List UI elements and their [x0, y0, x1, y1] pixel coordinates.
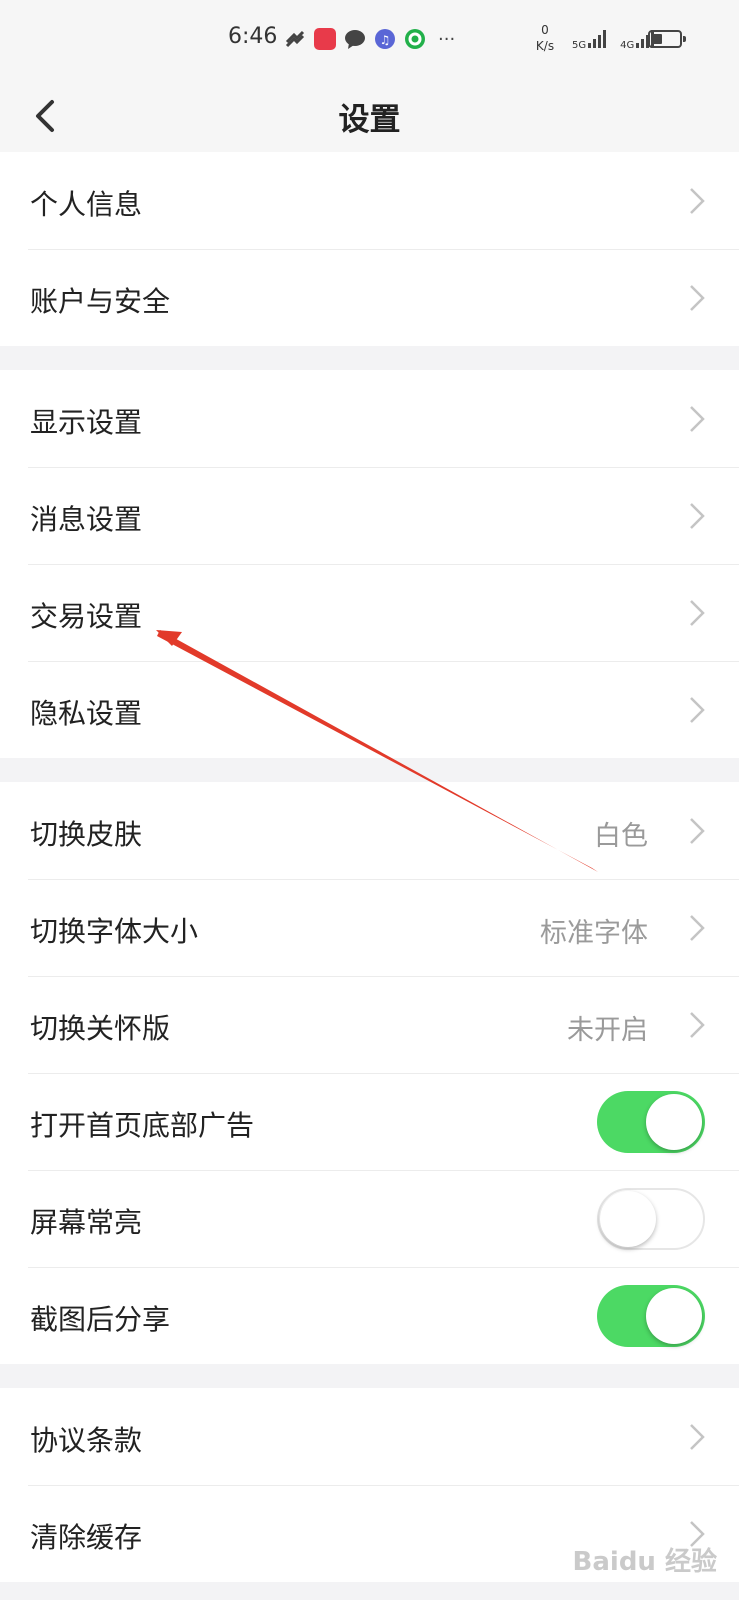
settings-item-home-ad: 打开首页底部广告: [0, 1073, 739, 1170]
battery-icon: [648, 30, 686, 48]
page-title: 设置: [338, 102, 401, 138]
settings-item-display[interactable]: 显示设置: [0, 370, 739, 467]
toggle-knob: [646, 1094, 702, 1150]
chevron-right-icon: [690, 503, 705, 529]
chat-bubble-icon: [345, 30, 365, 49]
chevron-right-icon: [690, 188, 705, 214]
section-divider: [0, 758, 739, 782]
settings-group-preferences: 显示设置 消息设置 交易设置 隐私设置: [0, 370, 739, 758]
chevron-right-icon: [690, 915, 705, 941]
signal-indicators: 5G 4G: [572, 30, 655, 51]
green-c-icon: [405, 29, 425, 49]
settings-item-label: 清除缓存: [30, 1521, 143, 1554]
settings-item-label: 截图后分享: [30, 1303, 171, 1336]
settings-item-label: 切换关怀版: [30, 1012, 171, 1045]
toggle-knob: [646, 1288, 702, 1344]
chevron-right-icon: [690, 1012, 705, 1038]
settings-item-trade[interactable]: 交易设置: [0, 564, 739, 661]
settings-item-label: 个人信息: [30, 188, 143, 221]
svg-text:♫: ♫: [380, 33, 391, 47]
settings-item-label: 切换皮肤: [30, 818, 143, 851]
chevron-right-icon: [690, 285, 705, 311]
settings-item-label: 切换字体大小: [30, 915, 199, 948]
chevron-right-icon: [690, 406, 705, 432]
screen-on-toggle[interactable]: [597, 1188, 705, 1250]
chevron-right-icon: [690, 818, 705, 844]
settings-item-font-size[interactable]: 切换字体大小 标准字体: [0, 879, 739, 976]
settings-item-label: 账户与安全: [30, 285, 171, 318]
settings-item-label: 打开首页底部广告: [30, 1109, 255, 1142]
status-time: 6:46: [228, 24, 278, 49]
chevron-right-icon: [690, 600, 705, 626]
signal-bars-icon: [588, 30, 607, 48]
chevron-right-icon: [690, 697, 705, 723]
net-speed: 0 K/s: [535, 23, 555, 53]
settings-item-care-mode[interactable]: 切换关怀版 未开启: [0, 976, 739, 1073]
section-divider: [0, 346, 739, 370]
settings-item-skin[interactable]: 切换皮肤 白色: [0, 782, 739, 879]
music-icon: ♫: [375, 29, 395, 49]
settings-item-value: 标准字体: [540, 918, 648, 949]
watermark-logo: Baidu 经验: [572, 1547, 717, 1577]
settings-item-label: 显示设置: [30, 406, 143, 439]
settings-item-personal-info[interactable]: 个人信息: [0, 152, 739, 249]
settings-item-label: 消息设置: [30, 503, 143, 536]
more-dots-icon: ···: [438, 28, 456, 50]
nav-bar: 设置: [0, 80, 739, 152]
toggle-knob: [600, 1191, 656, 1247]
settings-item-terms[interactable]: 协议条款: [0, 1388, 739, 1485]
status-bar: 6:46 ♫ ··· 0 K/s 5G 4G: [0, 0, 739, 80]
settings-item-screen-on: 屏幕常亮: [0, 1170, 739, 1267]
settings-item-share-screenshot: 截图后分享: [0, 1267, 739, 1364]
settings-item-value: 白色: [594, 821, 648, 852]
app-red-icon: [314, 28, 336, 50]
notification-icons: ♫ ···: [284, 28, 455, 50]
settings-item-label: 交易设置: [30, 600, 143, 633]
settings-item-label: 屏幕常亮: [30, 1206, 143, 1239]
home-ad-toggle[interactable]: [597, 1091, 705, 1153]
signal-5g: 5G: [572, 30, 607, 51]
settings-item-value: 未开启: [567, 1015, 648, 1046]
section-divider: [0, 1364, 739, 1388]
settings-item-privacy[interactable]: 隐私设置: [0, 661, 739, 758]
settings-group-account: 个人信息 账户与安全: [0, 152, 739, 346]
chevron-right-icon: [690, 1424, 705, 1450]
settings-item-label: 协议条款: [30, 1424, 143, 1457]
heart-link-icon: [285, 30, 305, 48]
settings-item-label: 隐私设置: [30, 697, 143, 730]
settings-item-account-security[interactable]: 账户与安全: [0, 249, 739, 346]
settings-group-appearance: 切换皮肤 白色 切换字体大小 标准字体 切换关怀版 未开启 打开首页底部广告 屏…: [0, 782, 739, 1364]
settings-item-message[interactable]: 消息设置: [0, 467, 739, 564]
share-screenshot-toggle[interactable]: [597, 1285, 705, 1347]
